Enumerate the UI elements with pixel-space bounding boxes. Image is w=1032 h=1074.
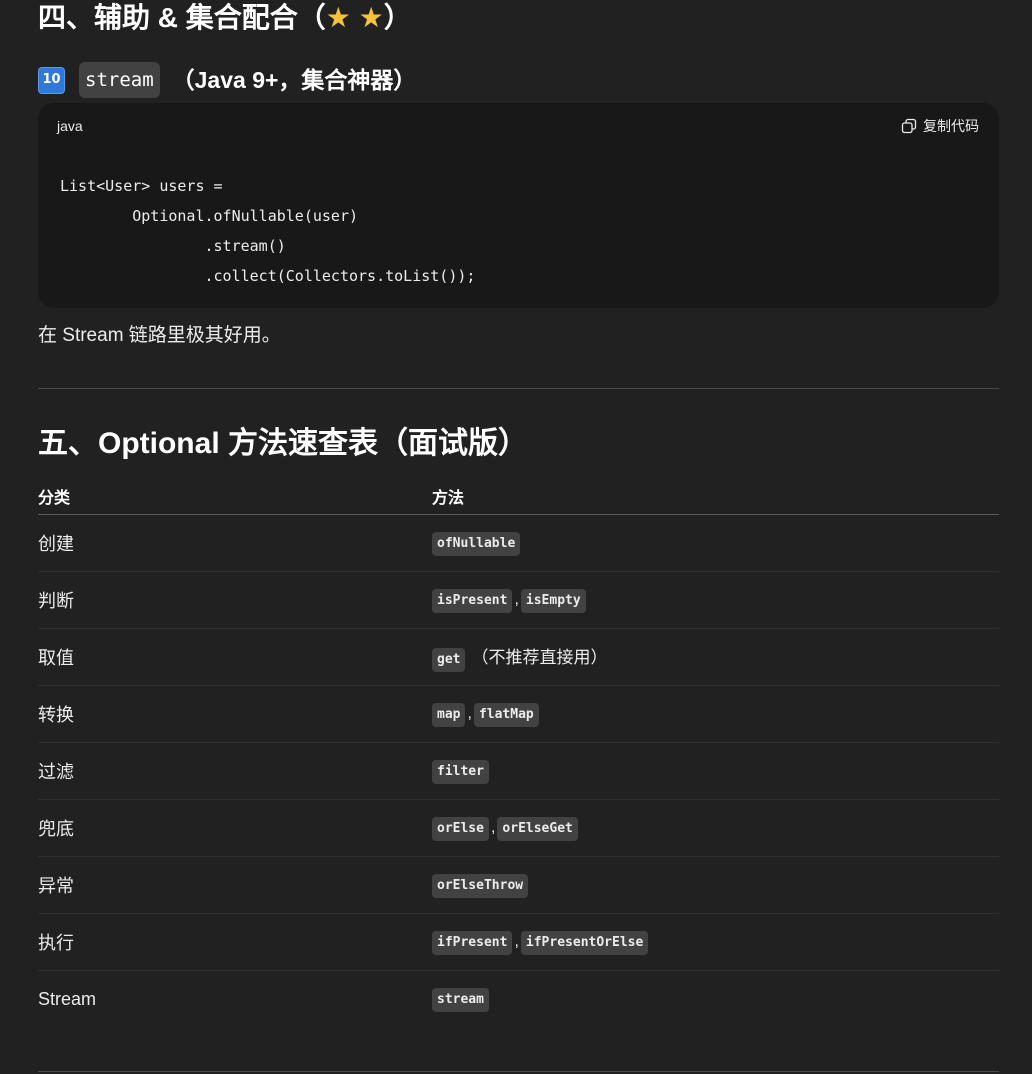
section-5-heading: 五、Optional 方法速查表（面试版） (38, 427, 528, 460)
category-cell: 取值 (38, 628, 432, 686)
copy-code-label: 复制代码 (923, 118, 979, 134)
table-row: 执行 ifPresent, ifPresentOrElse (38, 913, 999, 971)
methods-cell: filter (432, 742, 999, 800)
methods-cell: map, flatMap (432, 685, 999, 743)
table-row: 判断 isPresent, isEmpty (38, 571, 999, 629)
category-cell: 兜底 (38, 799, 432, 857)
header-methods: 方法 (432, 478, 999, 515)
section-4-title-suffix: ） (383, 2, 412, 33)
table-header-row: 分类 方法 (38, 478, 999, 515)
table-row: 异常 orElseThrow (38, 856, 999, 914)
methods-cell: isPresent, isEmpty (432, 571, 999, 629)
header-category: 分类 (38, 478, 432, 515)
section-4-title-prefix: 四、辅助 & 集合配合（ (38, 2, 326, 33)
subsection-heading: 10 stream （Java 9+，集合神器） (38, 62, 416, 98)
table-row: Stream stream (38, 971, 999, 1028)
section-4-heading: 四、辅助 & 集合配合（★ ★） (38, 0, 412, 36)
method-separator: , (490, 818, 496, 836)
section-divider (38, 388, 999, 389)
category-cell: Stream (38, 988, 97, 1009)
bottom-divider (38, 1071, 999, 1072)
method-code: get (432, 647, 466, 672)
methods-cell: orElse, orElseGet (432, 799, 999, 857)
methods-cell: ifPresent, ifPresentOrElse (432, 913, 999, 971)
note-paragraph: 在 Stream 链路里极其好用。 (38, 325, 281, 346)
method-code: orElse (432, 816, 489, 841)
table-row: 兜底 orElse, orElseGet (38, 799, 999, 857)
copy-code-button[interactable]: 复制代码 (901, 116, 979, 136)
method-code: map (432, 702, 466, 727)
table-row: 创建 ofNullable (38, 514, 999, 572)
category-cell: 创建 (38, 514, 432, 572)
method-separator: , (467, 704, 472, 722)
copy-icon (901, 118, 917, 134)
table-row: 取值 get （不推荐直接用） (38, 628, 999, 686)
category-cell: 转换 (38, 685, 432, 743)
method-code: ofNullable (432, 531, 521, 556)
table-row: 过滤 filter (38, 742, 999, 800)
code-language-label: java (57, 118, 83, 134)
table-row: 转换 map, flatMap (38, 685, 999, 743)
category-cell: 执行 (38, 913, 432, 971)
method-code: filter (432, 759, 489, 784)
method-code: flatMap (473, 702, 539, 727)
category-cell: 过滤 (38, 742, 432, 800)
methods-cell: ofNullable (432, 514, 999, 572)
methods-cell: orElseThrow (432, 856, 999, 914)
methods-table: 分类 方法 创建 ofNullable 判断 isPresent, isEmpty 取值 g… (38, 478, 999, 1027)
method-code: isPresent (432, 588, 513, 613)
category-cell: 判断 (38, 571, 432, 629)
method-code: orElseGet (497, 816, 578, 841)
method-code: ifPresent (432, 930, 513, 955)
method-separator: , (514, 590, 519, 608)
subsection-title: （Java 9+，集合神器） (171, 67, 417, 93)
methods-cell: get （不推荐直接用） (432, 628, 999, 686)
code-content: List<User> users = Optional.ofNullable(u… (60, 177, 476, 285)
methods-cell: stream (432, 971, 999, 1028)
method-code: isEmpty (520, 588, 586, 613)
keycap-ten-icon: 10 (38, 66, 65, 94)
method-remark: （不推荐直接用） (471, 647, 608, 667)
star-icons: ★ ★ (325, 2, 384, 33)
method-code: stream (432, 987, 489, 1012)
method-code: orElseThrow (432, 873, 529, 898)
subsection-code: stream (79, 62, 160, 98)
code-block: java 复制代码 List<User> users = Optional.of… (38, 103, 999, 308)
method-separator: , (514, 932, 519, 950)
method-code: ifPresentOrElse (520, 930, 649, 955)
category-cell: 异常 (38, 856, 432, 914)
